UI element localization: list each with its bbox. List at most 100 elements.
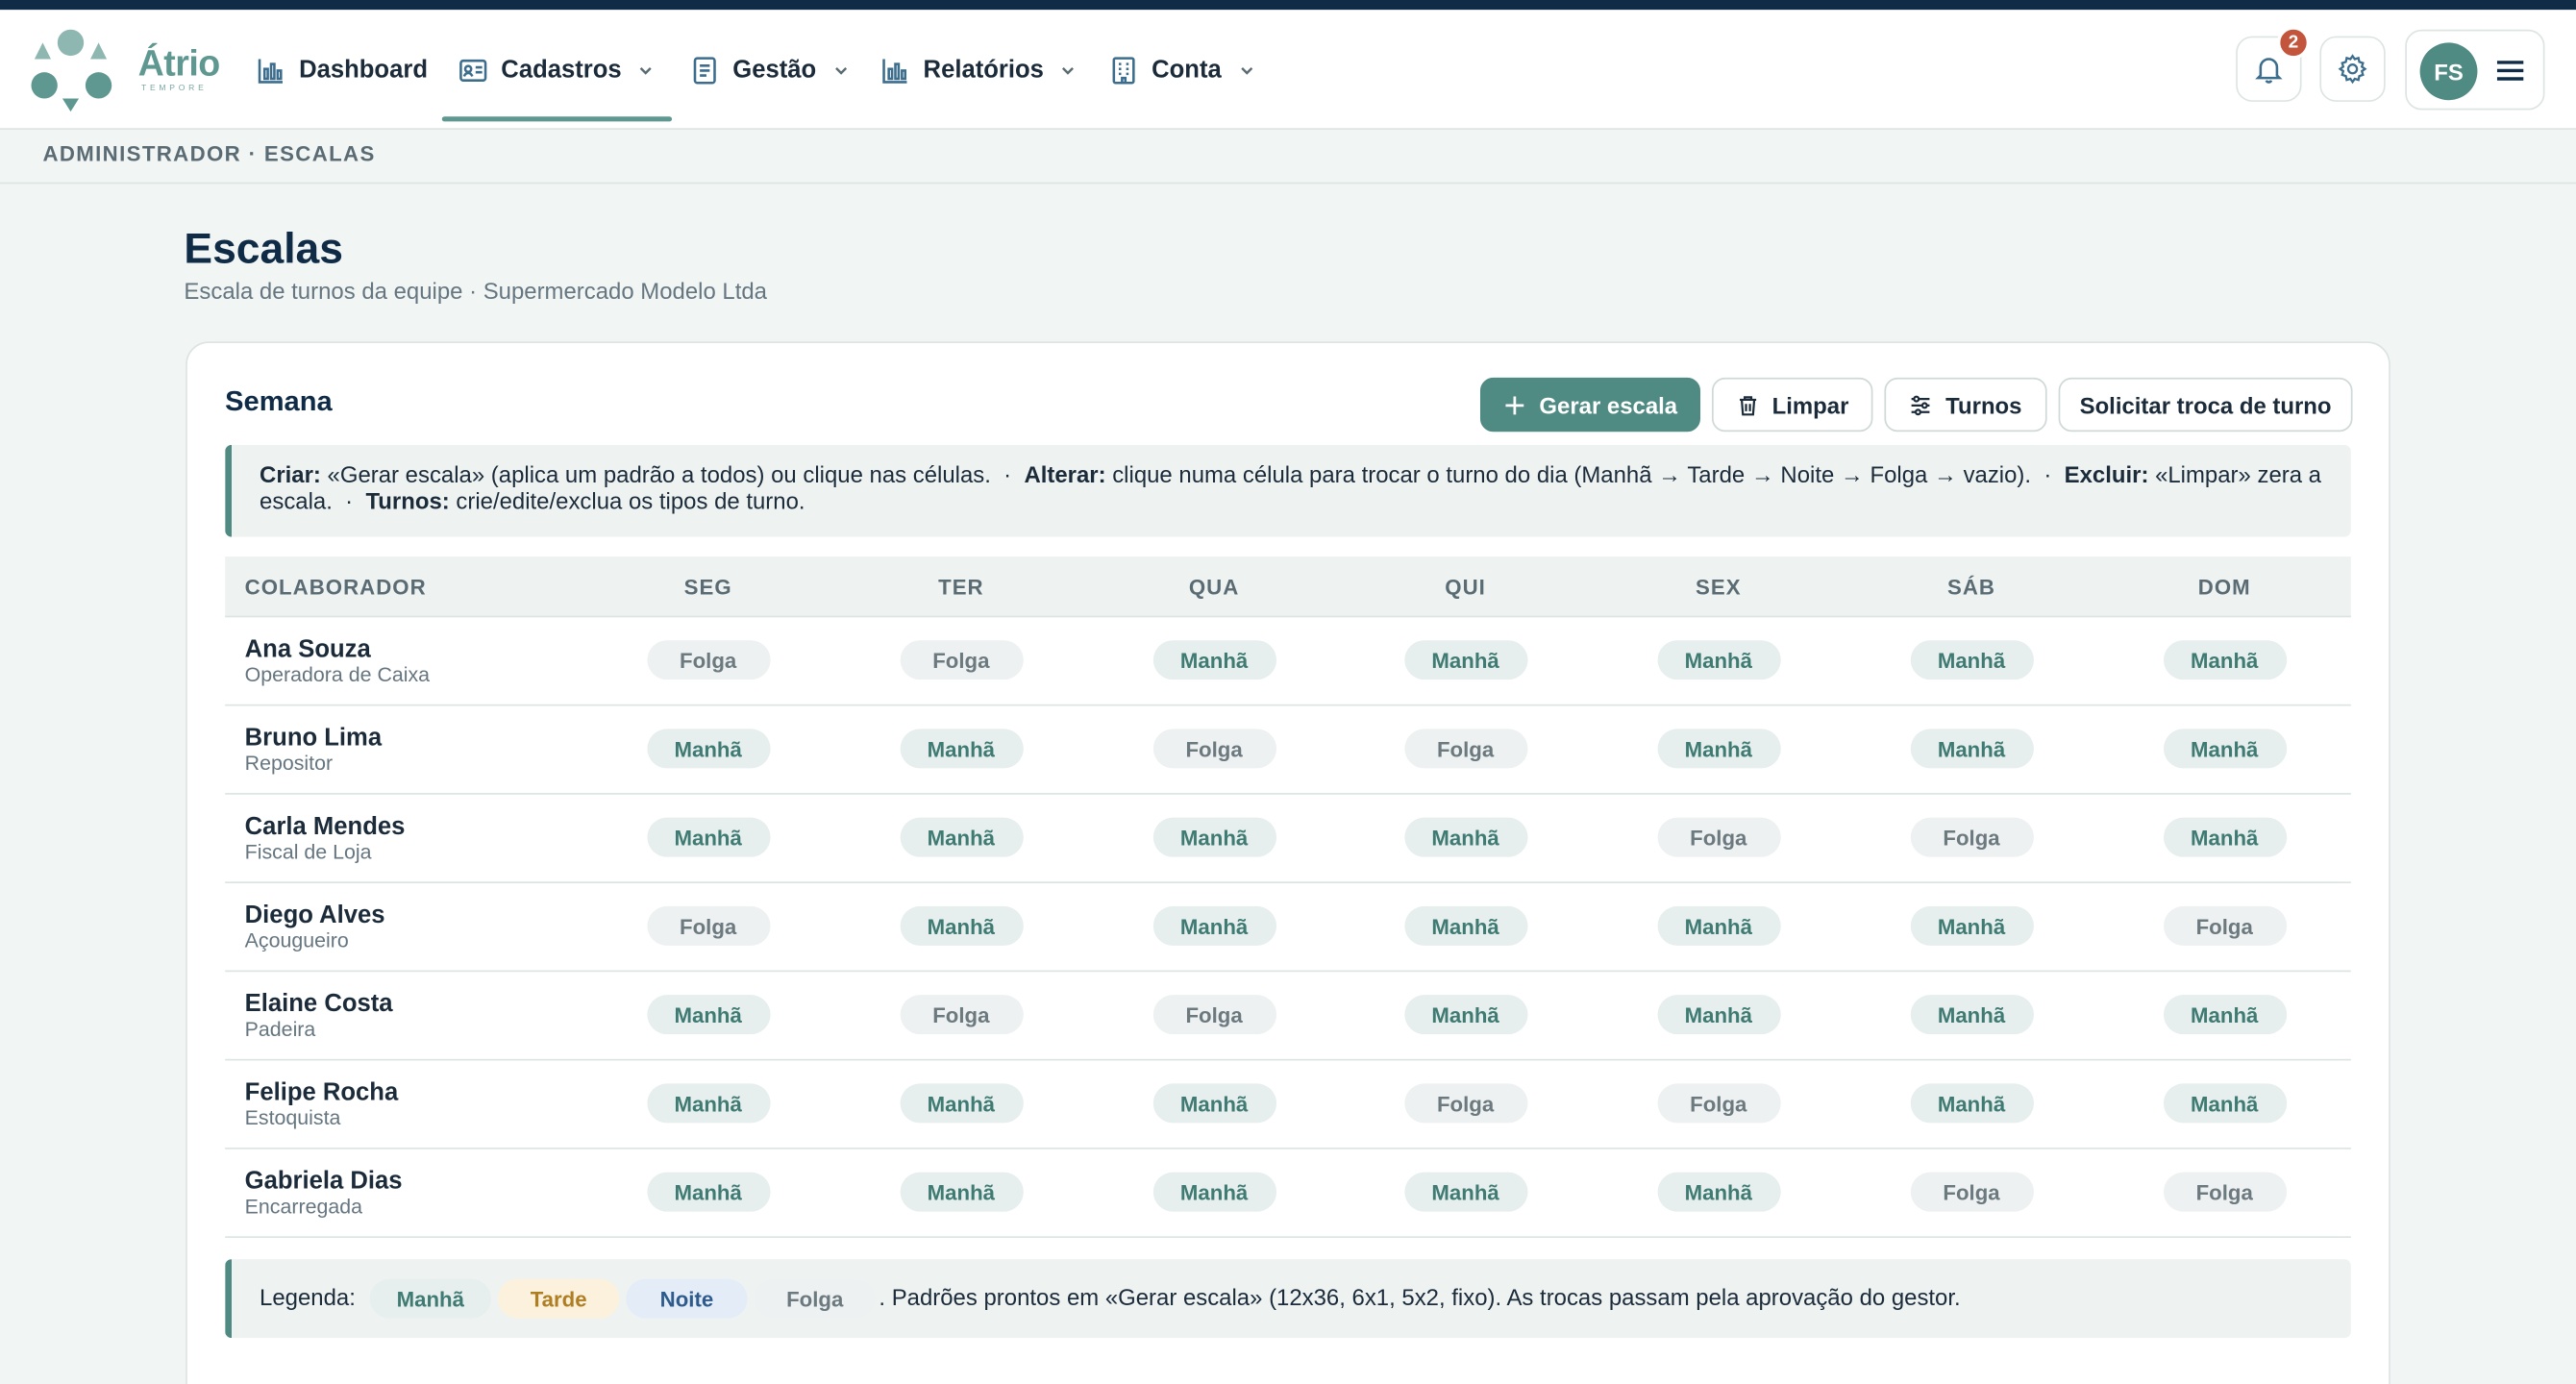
shift-cell-ter[interactable]: Manhã bbox=[899, 1083, 1023, 1124]
card-title: Semana bbox=[225, 385, 333, 417]
shift-cell-sex[interactable]: Manhã bbox=[1656, 1172, 1780, 1212]
shift-cell-sex[interactable]: Folga bbox=[1656, 1083, 1780, 1124]
shift-cell-sab[interactable]: Manhã bbox=[1909, 729, 2034, 769]
nav-gestao[interactable]: Gestão bbox=[690, 10, 850, 130]
shift-cell-dom[interactable]: Folga bbox=[2163, 905, 2287, 946]
shift-cell-dom[interactable]: Manhã bbox=[2163, 1083, 2287, 1124]
shift-cell-sex[interactable]: Manhã bbox=[1656, 905, 1780, 946]
col-header-employee: COLABORADOR bbox=[244, 574, 427, 600]
shift-cell-ter[interactable]: Manhã bbox=[899, 905, 1023, 946]
shift-cell-sab[interactable]: Manhã bbox=[1909, 905, 2034, 946]
legend-box: Legenda: Manhã Tarde Noite Folga . Padrõ… bbox=[225, 1259, 2351, 1339]
nav-active-indicator bbox=[441, 116, 673, 122]
shift-cell-sab[interactable]: Manhã bbox=[1909, 640, 2034, 680]
shift-cell-ter[interactable]: Manhã bbox=[899, 1172, 1023, 1212]
shift-cell-seg[interactable]: Manhã bbox=[646, 1172, 770, 1212]
clear-button[interactable]: Limpar bbox=[1711, 377, 1873, 432]
nav-cadastros[interactable]: Cadastros bbox=[458, 10, 655, 130]
shift-cell-ter[interactable]: Manhã bbox=[899, 729, 1023, 769]
nav-conta[interactable]: Conta bbox=[1109, 10, 1254, 130]
shift-cell-seg[interactable]: Manhã bbox=[646, 995, 770, 1035]
chevron-down-icon bbox=[1062, 66, 1075, 74]
shift-cell-sab[interactable]: Manhã bbox=[1909, 1083, 2034, 1124]
shift-cell-seg[interactable]: Manhã bbox=[646, 1083, 770, 1124]
nav-dashboard[interactable]: Dashboard bbox=[257, 10, 428, 130]
employee-role: Fiscal de Loja bbox=[244, 840, 372, 864]
shift-cell-qui[interactable]: Manhã bbox=[1403, 905, 1527, 946]
instr-shifts-text: crie/edite/exclua os tipos de turno. bbox=[449, 487, 805, 514]
brand-tagline: TEMPORE bbox=[140, 84, 208, 94]
app-root: Átrio TEMPORE Dashboard Cadastros Gestão bbox=[0, 0, 2576, 1384]
generate-schedule-button[interactable]: Gerar escala bbox=[1479, 377, 1701, 432]
shift-cell-qui[interactable]: Manhã bbox=[1403, 1172, 1527, 1212]
request-shift-swap-button[interactable]: Solicitar troca de turno bbox=[2058, 377, 2353, 432]
page-title: Escalas bbox=[184, 223, 344, 273]
shift-cell-qua[interactable]: Manhã bbox=[1152, 1172, 1276, 1212]
shift-cell-dom[interactable]: Manhã bbox=[2163, 995, 2287, 1035]
shift-cell-dom[interactable]: Manhã bbox=[2163, 640, 2287, 680]
clear-label: Limpar bbox=[1771, 391, 1849, 418]
nav-relatorios[interactable]: Relatórios bbox=[880, 10, 1077, 130]
col-header-seg: SEG bbox=[683, 574, 732, 600]
shift-cell-qua[interactable]: Manhã bbox=[1152, 817, 1276, 857]
shift-cell-ter[interactable]: Folga bbox=[899, 995, 1023, 1035]
employee-name: Felipe Rocha bbox=[244, 1078, 399, 1107]
employee-role: Açougueiro bbox=[244, 928, 349, 952]
legend-label: Legenda: bbox=[260, 1283, 356, 1311]
legend-chip-tarde: Tarde bbox=[497, 1278, 620, 1319]
brand[interactable]: Átrio TEMPORE bbox=[138, 45, 221, 94]
shift-cell-qua[interactable]: Manhã bbox=[1152, 1083, 1276, 1124]
shift-cell-qui[interactable]: Folga bbox=[1403, 1083, 1527, 1124]
shift-cell-ter[interactable]: Folga bbox=[899, 640, 1023, 680]
instr-alter-label: Alterar: bbox=[1024, 460, 1106, 488]
shifts-button[interactable]: Turnos bbox=[1884, 377, 2047, 432]
shift-cell-qui[interactable]: Manhã bbox=[1403, 817, 1527, 857]
employee-name: Elaine Costa bbox=[244, 990, 393, 1019]
shift-cell-seg[interactable]: Manhã bbox=[646, 729, 770, 769]
employee-name: Gabriela Dias bbox=[244, 1167, 403, 1196]
shift-cell-sab[interactable]: Folga bbox=[1909, 817, 2034, 857]
notifications-button[interactable]: 2 bbox=[2236, 26, 2311, 102]
shift-cell-qua[interactable]: Manhã bbox=[1152, 905, 1276, 946]
shift-cell-dom[interactable]: Manhã bbox=[2163, 729, 2287, 769]
shift-cell-seg[interactable]: Folga bbox=[646, 905, 770, 946]
col-header-ter: TER bbox=[938, 574, 984, 600]
breadcrumb: ADMINISTRADOR · ESCALAS bbox=[42, 140, 376, 166]
shift-cell-qua[interactable]: Manhã bbox=[1152, 640, 1276, 680]
user-menu[interactable]: FS bbox=[2405, 29, 2545, 111]
shift-cell-dom[interactable]: Manhã bbox=[2163, 817, 2287, 857]
shift-cell-seg[interactable]: Manhã bbox=[646, 817, 770, 857]
shift-cell-qua[interactable]: Folga bbox=[1152, 729, 1276, 769]
settings-button[interactable] bbox=[2319, 36, 2386, 102]
shift-cell-dom[interactable]: Folga bbox=[2163, 1172, 2287, 1212]
chevron-down-icon bbox=[834, 66, 847, 74]
instructions-box: Criar: «Gerar escala» (aplica um padrão … bbox=[225, 444, 2351, 537]
shift-cell-qui[interactable]: Manhã bbox=[1403, 995, 1527, 1035]
employee-name: Ana Souza bbox=[244, 635, 371, 664]
shift-cell-seg[interactable]: Folga bbox=[646, 640, 770, 680]
shift-cell-qui[interactable]: Manhã bbox=[1403, 640, 1527, 680]
hamburger-menu-icon[interactable] bbox=[2495, 58, 2525, 84]
atrio-logo-icon[interactable] bbox=[26, 26, 118, 112]
shift-cell-sex[interactable]: Manhã bbox=[1656, 640, 1780, 680]
chart-bar-icon bbox=[258, 58, 283, 83]
shift-cell-sex[interactable]: Manhã bbox=[1656, 995, 1780, 1035]
avatar[interactable]: FS bbox=[2419, 42, 2478, 101]
shift-cell-sab[interactable]: Folga bbox=[1909, 1172, 2034, 1212]
chevron-down-icon bbox=[1240, 66, 1252, 74]
generate-schedule-label: Gerar escala bbox=[1539, 391, 1678, 418]
shift-cell-ter[interactable]: Manhã bbox=[899, 817, 1023, 857]
nav-cadastros-label: Cadastros bbox=[501, 56, 622, 85]
document-icon bbox=[693, 56, 716, 84]
shift-cell-qua[interactable]: Folga bbox=[1152, 995, 1276, 1035]
instr-delete-label: Excluir: bbox=[2064, 460, 2149, 488]
shift-cell-sex[interactable]: Manhã bbox=[1656, 729, 1780, 769]
nav-dashboard-label: Dashboard bbox=[299, 56, 429, 85]
schedule-row-bruno-lima: Bruno Lima Repositor Manhã Manhã Folga Folga M… bbox=[225, 706, 2351, 795]
employee-name: Bruno Lima bbox=[244, 724, 383, 753]
shift-cell-sex[interactable]: Folga bbox=[1656, 817, 1780, 857]
instr-shifts-label: Turnos: bbox=[365, 487, 450, 514]
shift-cell-qui[interactable]: Folga bbox=[1403, 729, 1527, 769]
shift-cell-sab[interactable]: Manhã bbox=[1909, 995, 2034, 1035]
notification-count-badge: 2 bbox=[2276, 26, 2311, 60]
